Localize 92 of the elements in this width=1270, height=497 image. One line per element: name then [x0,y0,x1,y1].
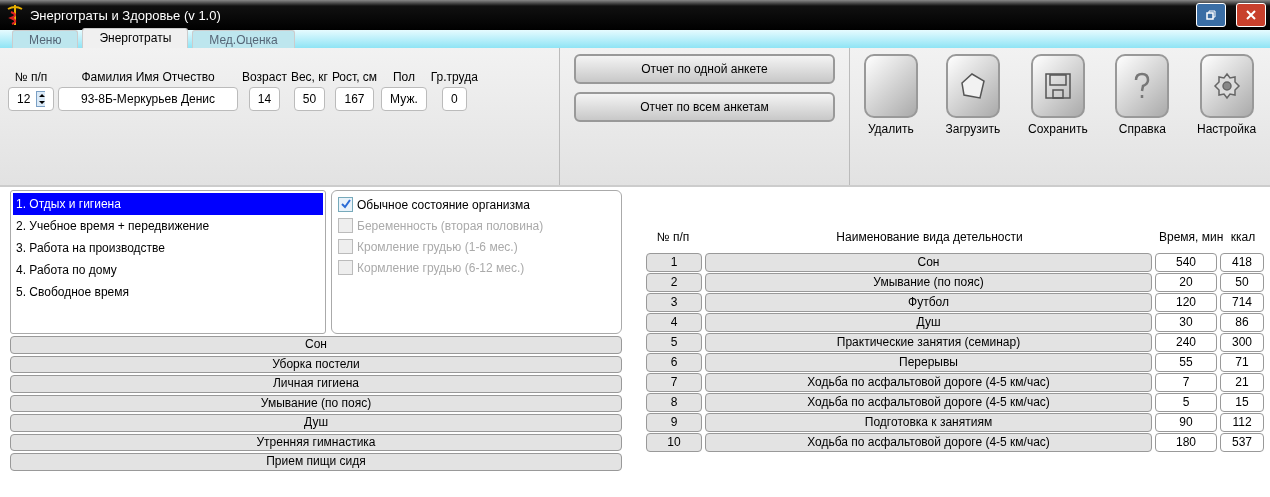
table-cell: Практические занятия (семинар) [705,333,1152,352]
category-item[interactable]: 4. Работа по дому [13,259,323,281]
spinner-field[interactable]: 12 [8,87,54,111]
category-item[interactable]: 5. Свободное время [13,281,323,303]
gear-icon [1211,71,1242,101]
table-cell: 540 [1155,253,1217,272]
category-item[interactable]: 1. Отдых и гигиена [13,193,323,215]
table-cell: 1 [646,253,702,272]
activity-button[interactable]: Личная гигиена [10,375,622,393]
table-cell: 10 [646,433,702,452]
table-cell: Ходьба по асфальтовой дороге (4-5 км/час) [705,393,1152,412]
activity-button[interactable]: Сон [10,336,622,354]
spinner-arrows-icon [36,91,45,107]
table-cell: 2 [646,273,702,292]
field-label: Рост, см [331,70,378,84]
input-field[interactable]: 0 [442,87,467,111]
table-cell: 21 [1220,373,1264,392]
column-header: Наименование вида детельности [835,230,1024,246]
activity-button[interactable]: Умывание (по пояс) [10,394,622,412]
activity-button[interactable]: Уборка постели [10,355,622,373]
table-cell: 86 [1220,313,1264,332]
input-field[interactable]: 93-8Б-Меркурьев Денис [58,87,238,111]
window-title: Энерготраты и Здоровье (v 1.0) [30,7,222,23]
close-button[interactable] [1236,3,1266,27]
field-label: Возраст [242,70,287,84]
report-button[interactable]: Отчет по одной анкете [574,54,835,84]
tab[interactable]: Меню [12,30,79,48]
activity-button[interactable]: Душ [10,414,622,432]
column-header: ккал [1229,230,1257,246]
table-cell: 30 [1155,313,1217,332]
field-label: Вес, кг [290,70,328,84]
toolbar-button[interactable]: Загрузить [945,54,1001,185]
input-field[interactable]: Муж. [381,87,427,111]
table-cell: 55 [1155,353,1217,372]
table-cell: 9 [646,413,702,432]
field-label: Фамилия Имя Отчество [81,70,215,84]
table-cell: 112 [1220,413,1264,432]
table-cell: Футбол [705,293,1152,312]
table-cell: 71 [1220,353,1264,372]
table-cell: Сон [705,253,1152,272]
table-cell: 3 [646,293,702,312]
category-item[interactable]: 3. Работа на производстве [13,237,323,259]
table-cell: Душ [705,313,1152,332]
table-cell: 5 [1155,393,1217,412]
checkbox[interactable] [338,197,353,212]
table-cell: 8 [646,393,702,412]
input-field[interactable]: 167 [335,87,374,111]
field-label: Гр.труда [430,70,478,84]
category-item[interactable]: 2. Учебное время + передвижение [13,215,323,237]
toolbar-button[interactable]: Справка [1115,54,1170,185]
table-cell: 7 [1155,373,1217,392]
table-cell: 418 [1220,253,1264,272]
table-cell: 50 [1220,273,1264,292]
column-header: № п/п [655,230,691,246]
checkbox-label: Кромление грудью (1-6 мес.) [357,239,518,254]
table-cell: 4 [646,313,702,332]
table-cell: Умывание (по пояс) [705,273,1152,292]
table-cell: Ходьба по асфальтовой дороге (4-5 км/час) [705,433,1152,452]
input-field[interactable]: 14 [248,87,281,111]
table-cell: 20 [1155,273,1217,292]
restore-button[interactable] [1196,3,1226,27]
checkbox-label: Беременность (вторая половина) [357,218,544,233]
field-label: Пол [392,70,415,84]
caduceus-icon [6,4,24,26]
table-cell: 15 [1220,393,1264,412]
table-cell: Перерывы [705,353,1152,372]
table-cell: 537 [1220,433,1264,452]
report-button[interactable]: Отчет по всем анкетам [574,92,835,122]
table-cell: 5 [646,333,702,352]
close-icon [1246,10,1256,20]
table-cell: 7 [646,373,702,392]
table-cell: 714 [1220,293,1264,312]
activity-button[interactable]: Прием пищи сидя [10,453,622,471]
table-cell: 90 [1155,413,1217,432]
field-label: № п/п [14,70,48,84]
table-cell: 240 [1155,333,1217,352]
table-cell: 180 [1155,433,1217,452]
checkbox-label: Кормление грудью (6-12 мес.) [357,260,525,275]
checkbox-label: Обычное состояние организма [357,197,530,212]
table-cell: Подготовка к занятиям [705,413,1152,432]
activity-button[interactable]: Утренняя гимнастика [10,433,622,451]
table-cell: 120 [1155,293,1217,312]
table-cell: 6 [646,353,702,372]
input-field[interactable]: 50 [293,87,326,111]
tab[interactable]: Мед.Оценка [192,30,295,48]
table-cell: 300 [1220,333,1264,352]
toolbar-button[interactable]: Сохранить [1028,54,1088,185]
restore-icon [1206,10,1216,20]
toolbar-button[interactable]: Настройка [1197,54,1257,185]
tab[interactable]: Энерготраты [82,28,189,48]
table-cell: Ходьба по асфальтовой дороге (4-5 км/час) [705,373,1152,392]
toolbar-button[interactable]: Удалить [863,54,918,185]
